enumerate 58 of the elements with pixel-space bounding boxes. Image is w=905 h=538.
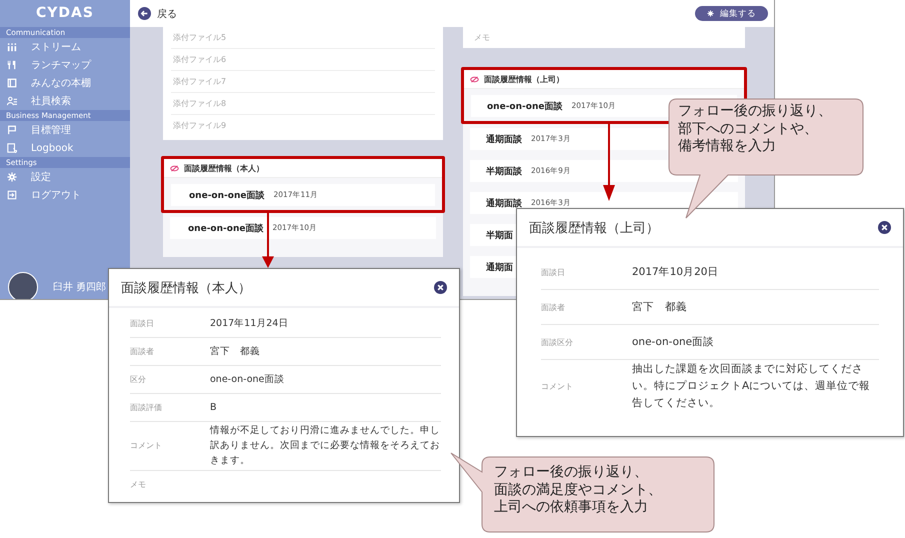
field-value: 抽出した課題を次回面談までに対応してください。特にプロジェクトAについては、週単位で報告してください。 bbox=[632, 362, 872, 411]
user-name: 臼井 勇四郎 bbox=[53, 280, 106, 294]
people-icon bbox=[7, 96, 17, 106]
sidebar-item[interactable]: Logbook bbox=[0, 139, 130, 157]
card-title: 面談履歴情報（本人） bbox=[184, 162, 264, 174]
field-value: one-on-one面談 bbox=[210, 372, 284, 387]
list-icon bbox=[7, 42, 17, 52]
field-label: 面談者 bbox=[130, 346, 155, 357]
eye-slash-icon bbox=[170, 164, 179, 172]
edit-button[interactable]: 編集する bbox=[695, 6, 768, 21]
gear-icon bbox=[707, 10, 714, 17]
field-value: 宮下 都義 bbox=[632, 300, 687, 315]
attachment-item[interactable]: 添付ファイル6 bbox=[171, 49, 435, 71]
attachment-item[interactable]: 添付ファイル5 bbox=[171, 27, 435, 49]
avatar bbox=[8, 272, 38, 299]
sidebar-item[interactable]: 目標管理 bbox=[0, 121, 130, 139]
notebook-icon bbox=[7, 143, 17, 153]
field-label: 面談評価 bbox=[130, 402, 163, 413]
field-label: コメント bbox=[541, 380, 574, 392]
sidebar-item[interactable]: 設定 bbox=[0, 168, 130, 186]
field-value: 2017年11月24日 bbox=[210, 316, 288, 331]
flag-icon bbox=[7, 125, 17, 135]
close-icon[interactable] bbox=[434, 281, 447, 294]
cutlery-icon bbox=[7, 60, 17, 70]
field-value: 宮下 都義 bbox=[210, 344, 260, 359]
field-value: one-on-one面談 bbox=[632, 334, 714, 350]
close-icon[interactable] bbox=[878, 221, 891, 234]
field-value: 情報が不足しており円滑に進みませんでした。申し訳ありません。次回までに必要な情報をそろえておきます。 bbox=[210, 424, 441, 468]
exit-icon bbox=[7, 190, 17, 200]
logo: CYDAS bbox=[35, 4, 95, 23]
field-label: 区分 bbox=[130, 374, 147, 385]
back-button[interactable]: 戻る bbox=[138, 6, 177, 20]
sidebar-item[interactable]: ストリーム bbox=[0, 38, 130, 56]
field-label: 面談者 bbox=[541, 302, 566, 312]
sidebar-item[interactable]: みんなの本棚 bbox=[0, 74, 130, 92]
field-value: 2017年10月20日 bbox=[632, 264, 718, 280]
attachment-item[interactable]: 添付ファイル9 bbox=[171, 115, 435, 136]
field-label: 面談日 bbox=[130, 318, 155, 329]
memo-label: メモ bbox=[474, 32, 490, 43]
sidebar-item[interactable]: 社員検索 bbox=[0, 92, 130, 110]
book-icon bbox=[7, 78, 17, 88]
field-label: 面談日 bbox=[541, 266, 566, 278]
card-title: 面談履歴情報（上司） bbox=[484, 74, 564, 84]
dialog-title: 面談履歴情報（本人） bbox=[121, 280, 251, 296]
attachment-item[interactable]: 添付ファイル7 bbox=[171, 71, 435, 93]
annotation-tooltip: フォロー後の振り返り、 面談の満足度やコメント、 上司への依頼事項を入力 bbox=[450, 452, 716, 533]
field-label: メモ bbox=[130, 478, 147, 490]
gear-icon bbox=[7, 172, 17, 182]
back-arrow-icon bbox=[138, 7, 151, 20]
sidebar-item[interactable]: ランチマップ bbox=[0, 56, 130, 74]
annotation-tooltip: フォロー後の振り返り、 部下へのコメントや、 備考情報を入力 bbox=[668, 98, 864, 220]
sidebar-item[interactable]: ログアウト bbox=[0, 186, 130, 204]
field-value: B bbox=[210, 400, 217, 415]
dialog-title: 面談履歴情報（上司） bbox=[529, 220, 659, 236]
eye-slash-icon bbox=[470, 76, 479, 82]
field-label: 面談区分 bbox=[541, 336, 574, 348]
attachment-item[interactable]: 添付ファイル8 bbox=[171, 93, 435, 115]
field-label: コメント bbox=[130, 440, 163, 452]
